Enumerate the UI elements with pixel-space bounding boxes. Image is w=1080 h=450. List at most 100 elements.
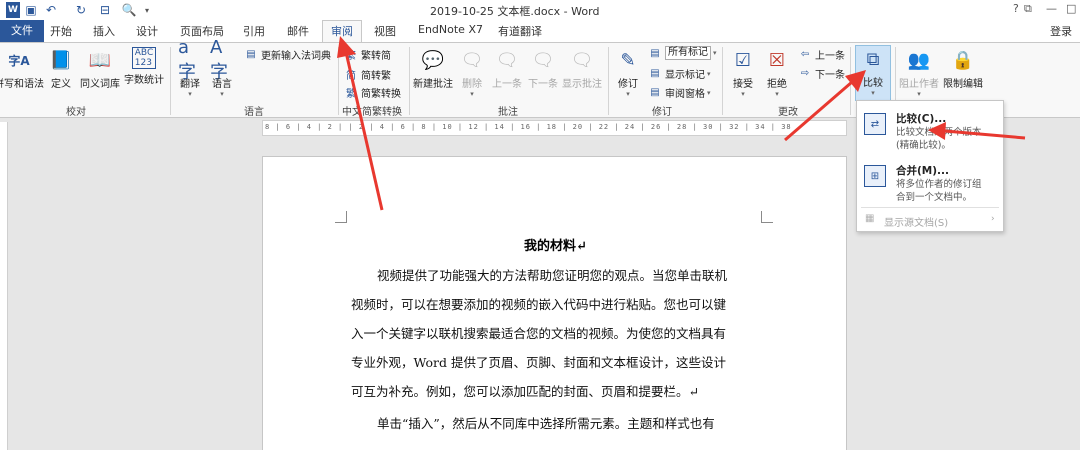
document-line: 单击“插入”，然后从不同库中选择所需元素。主题和样式也有: [377, 416, 715, 431]
tab-youdao[interactable]: 有道翻译: [498, 23, 542, 39]
tab-references[interactable]: 引用: [243, 23, 265, 39]
sign-in-link[interactable]: 登录: [1050, 23, 1072, 39]
delete-comment-button[interactable]: 🗨 删除 ▾: [458, 47, 486, 99]
tab-home[interactable]: 开始: [50, 23, 72, 39]
markup-icon: ▤: [650, 47, 660, 59]
simp-to-trad-button[interactable]: 简 简转繁: [344, 67, 391, 82]
customize-qat-icon[interactable]: ▾: [142, 2, 152, 18]
ribbon-tabs: 文件 开始 插入 设计 页面布局 引用 邮件 审阅 视图 EndNote X7 …: [0, 20, 1080, 42]
maximize-button[interactable]: □: [1066, 2, 1076, 15]
trad-to-simp-icon: 繁: [346, 51, 356, 62]
menu-item-compare[interactable]: ⇄ 比较(C)... 比较文档的两个版本 (精确比较)。: [857, 105, 1003, 153]
show-source-icon: ▦: [865, 213, 875, 224]
crop-mark: [761, 211, 773, 223]
previous-comment-button[interactable]: 🗨 上一条: [490, 47, 524, 91]
accept-icon: ☑: [734, 49, 752, 71]
document-line: 入一个关键字以联机搜索最适合您的文档的视频。为使您的文档具有: [351, 326, 727, 341]
crop-mark: [335, 211, 347, 223]
group-changes-label: 更改: [778, 107, 798, 118]
show-markup-icon: ▤: [650, 68, 660, 79]
group-separator: [850, 47, 851, 115]
reviewing-pane-button[interactable]: ▤ 审阅窗格 ▾: [648, 85, 710, 100]
accept-button[interactable]: ☑ 接受 ▾: [728, 47, 758, 99]
group-language-label: 语言: [244, 107, 264, 118]
group-chinese-conversion-label: 中文简繁转换: [342, 107, 402, 118]
new-comment-button[interactable]: 💬 新建批注: [412, 47, 454, 91]
define-button[interactable]: 📘 定义: [48, 47, 74, 91]
update-ime-dictionary-button[interactable]: ▤ 更新输入法词典: [244, 47, 331, 62]
compare-versions-icon: ⇄: [864, 113, 886, 135]
document-line: 视频时，可以在想要添加的视频的嵌入代码中进行粘贴。您也可以键: [351, 297, 727, 312]
horizontal-ruler[interactable]: 8 | 6 | 4 | 2 | | 2 | 4 | 6 | 8 | 10 | 1…: [262, 120, 847, 136]
tab-view[interactable]: 视图: [374, 23, 396, 39]
tab-insert[interactable]: 插入: [93, 23, 115, 39]
show-markup-button[interactable]: ▤ 显示标记 ▾: [648, 66, 710, 81]
word-count-icon: ABC 123: [132, 47, 156, 69]
group-separator: [722, 47, 723, 115]
simp-to-trad-icon: 简: [346, 71, 356, 82]
dictionary-icon: ▤: [246, 49, 256, 60]
reject-button[interactable]: ☒ 拒绝 ▾: [762, 47, 792, 99]
group-tracking-label: 修订: [652, 107, 672, 118]
language-button[interactable]: A字 语言 ▾: [208, 36, 236, 99]
print-preview-icon[interactable]: 🔍: [122, 2, 137, 18]
block-authors-icon: 👥: [907, 49, 931, 71]
delete-comment-icon: 🗨: [460, 49, 484, 71]
undo-icon[interactable]: ↶: [44, 2, 58, 18]
document-line: 可互为补充。例如，您可以添加匹配的封面、页眉和提要栏。↵: [351, 384, 699, 399]
group-proofing-label: 校对: [66, 107, 86, 118]
translate-button[interactable]: a字 翻译 ▾: [176, 36, 204, 99]
lock-icon: 🔒: [951, 49, 975, 71]
spelling-grammar-button[interactable]: 字A 拼写和语法: [0, 47, 44, 91]
document-line: 专业外观，Word 提供了页眉、页脚、封面和文本框设计，这些设计: [351, 355, 726, 370]
minimize-button[interactable]: —: [1046, 2, 1057, 15]
chinese-conversion-button[interactable]: 繁 简繁转换: [344, 85, 401, 100]
next-comment-icon: 🗨: [531, 49, 555, 71]
thesaurus-icon: 📖: [88, 49, 112, 71]
save-icon[interactable]: ▣: [24, 2, 38, 18]
compare-button[interactable]: ⧉ 比较 ▾: [855, 45, 891, 101]
track-changes-button[interactable]: ✎ 修订 ▾: [614, 47, 642, 99]
submenu-arrow-icon: ›: [991, 214, 995, 224]
compare-dropdown-menu: ⇄ 比较(C)... 比较文档的两个版本 (精确比较)。 ⊞ 合并(M)... …: [856, 100, 1004, 232]
next-change-button[interactable]: ⇨ 下一条: [798, 66, 845, 81]
combine-icon: ⊞: [864, 165, 886, 187]
next-change-icon: ⇨: [800, 68, 810, 79]
tab-review[interactable]: 审阅: [322, 20, 362, 42]
trad-to-simp-button[interactable]: 繁 繁转简: [344, 47, 391, 62]
tab-file[interactable]: 文件: [0, 20, 44, 42]
show-comments-icon: 🗨: [570, 49, 594, 71]
language-icon: A字: [210, 36, 228, 83]
redo-icon[interactable]: ↻: [74, 2, 88, 18]
word-count-button[interactable]: ABC 123 字数统计: [122, 47, 166, 86]
tab-mailings[interactable]: 邮件: [287, 23, 309, 39]
reviewing-pane-icon: ▤: [650, 87, 660, 98]
tab-endnote[interactable]: EndNote X7: [418, 23, 483, 36]
document-page[interactable]: 我的材料↵ 视频提供了功能强大的方法帮助您证明您的观点。当您单击联机 视频时，可…: [262, 156, 847, 450]
menu-item-combine[interactable]: ⊞ 合并(M)... 将多位作者的修订组 合到一个文档中。: [857, 157, 1003, 205]
open-icon[interactable]: ⊟: [98, 2, 112, 18]
show-comments-button[interactable]: 🗨 显示批注: [560, 47, 604, 91]
next-comment-button[interactable]: 🗨 下一条: [526, 47, 560, 91]
group-separator: [608, 47, 609, 115]
track-changes-icon: ✎: [620, 49, 636, 71]
menu-item-show-source[interactable]: ▦ 显示源文档(S) ›: [857, 211, 1003, 229]
group-separator: [170, 47, 171, 115]
translate-icon: a字: [178, 36, 196, 83]
spelling-icon: 字A: [8, 53, 30, 68]
menu-divider: [861, 207, 999, 208]
group-comments-label: 批注: [498, 107, 518, 118]
ribbon-display-button[interactable]: ⧉: [1024, 2, 1032, 16]
group-separator: [409, 47, 410, 115]
tab-design[interactable]: 设计: [136, 23, 158, 39]
block-authors-button[interactable]: 👥 阻止作者 ▾: [898, 47, 940, 99]
previous-change-button[interactable]: ⇦ 上一条: [798, 47, 845, 62]
restrict-editing-button[interactable]: 🔒 限制编辑: [942, 47, 984, 91]
help-button[interactable]: ?: [1013, 2, 1019, 15]
thesaurus-button[interactable]: 📖 同义词库: [78, 47, 122, 91]
compare-icon: ⧉: [866, 48, 880, 70]
vertical-ruler[interactable]: [0, 122, 8, 450]
document-title: 我的材料↵: [524, 239, 587, 254]
reject-icon: ☒: [768, 49, 786, 71]
markup-select[interactable]: ▤ 所有标记 ▾: [648, 46, 717, 60]
